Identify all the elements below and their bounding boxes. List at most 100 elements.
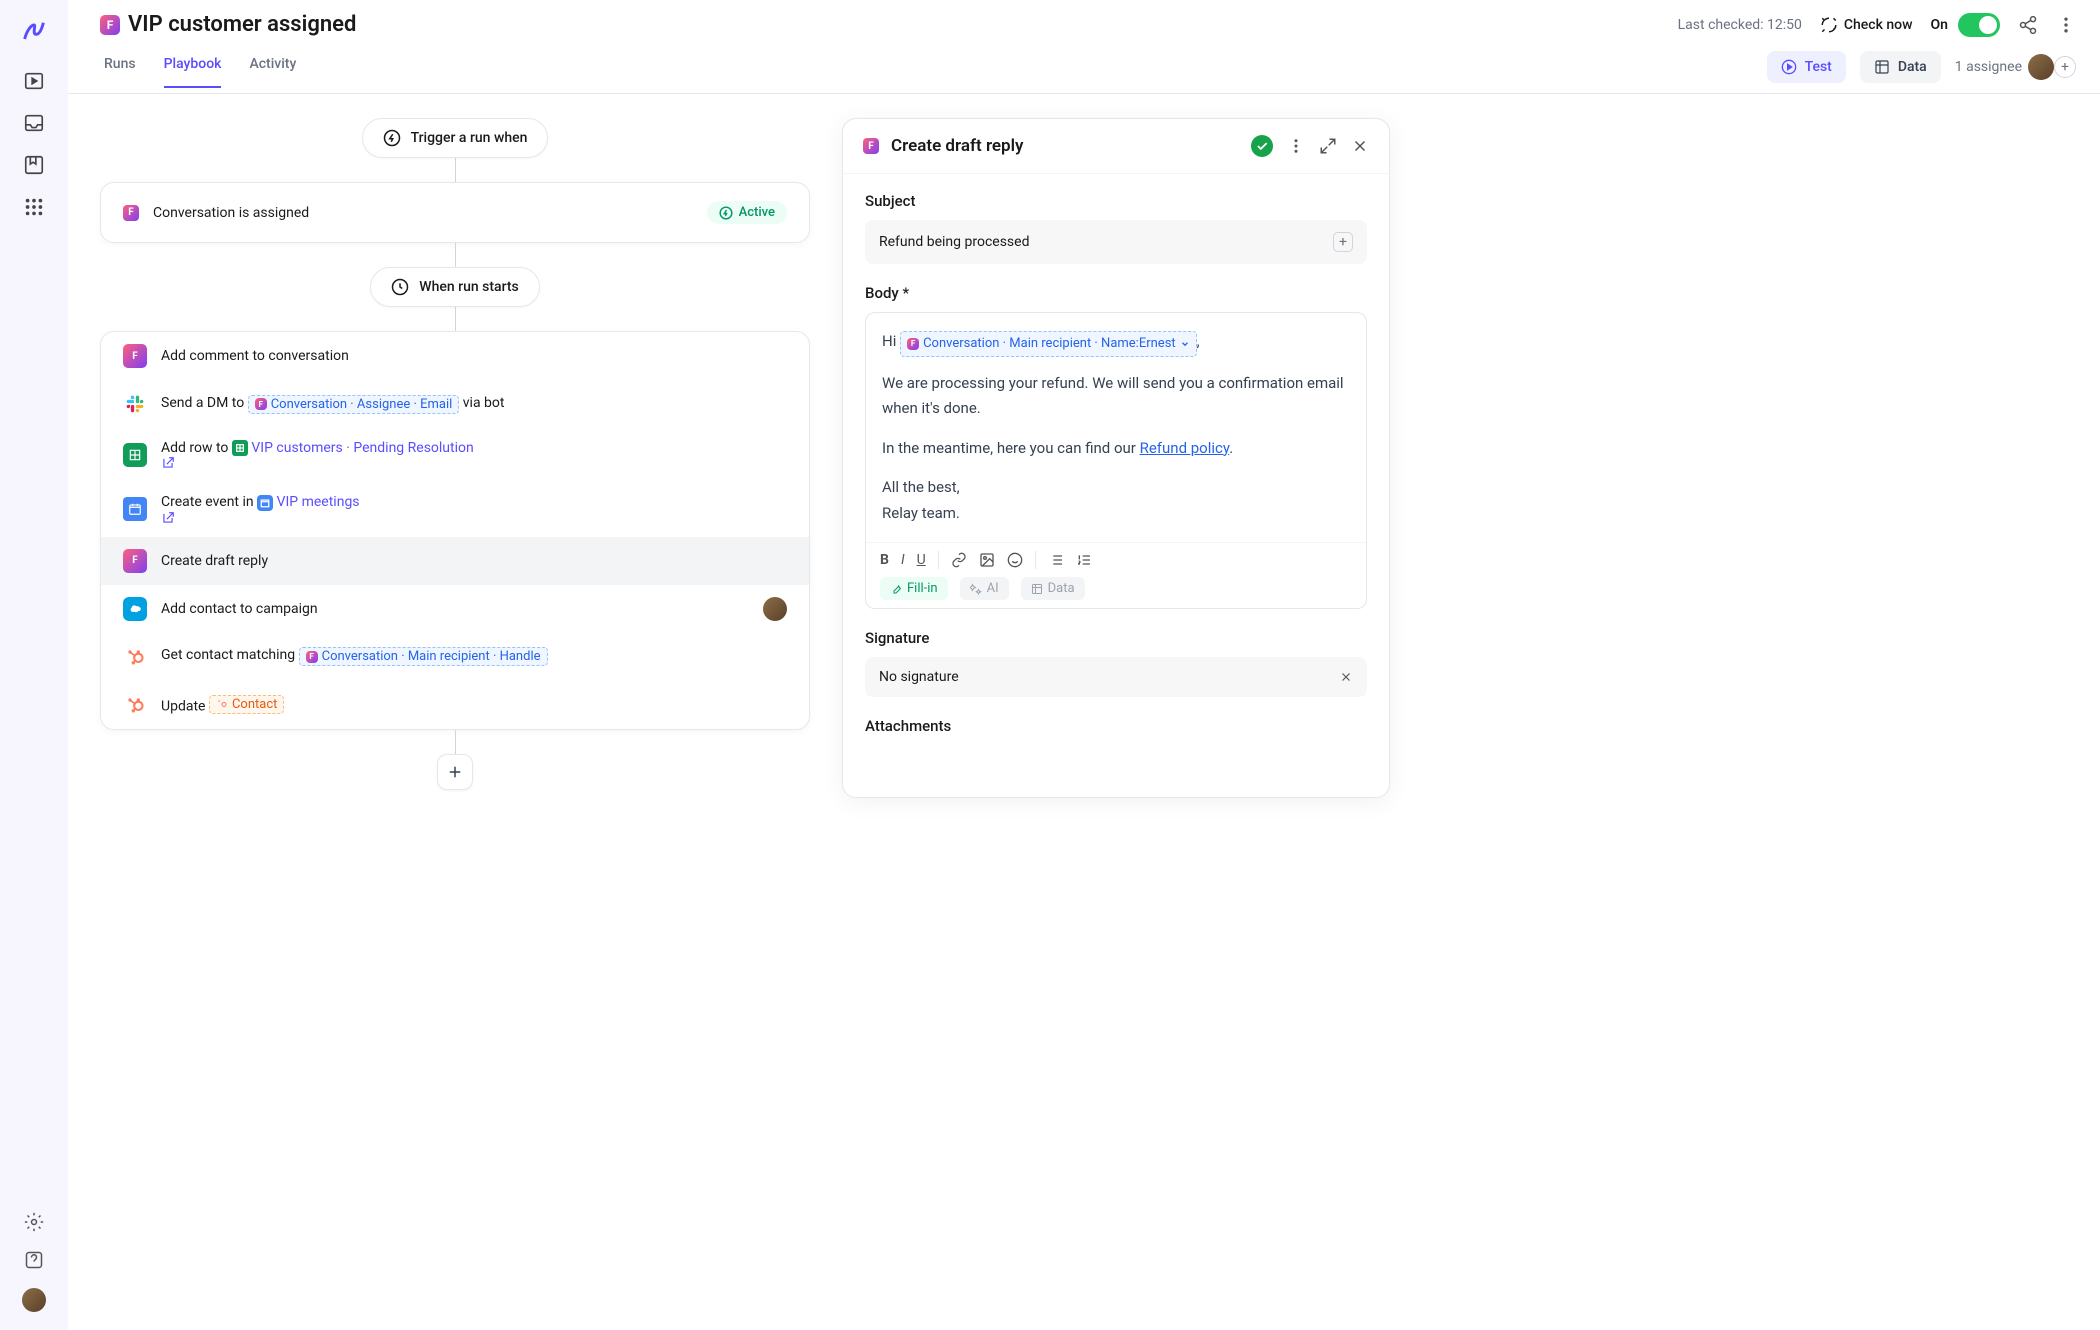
step-assignee-avatar[interactable]	[763, 597, 787, 621]
front-app-icon: F	[863, 138, 879, 154]
nav-apps-icon[interactable]	[23, 196, 45, 218]
ai-button[interactable]: AI	[960, 577, 1009, 600]
front-app-icon: F	[100, 15, 120, 35]
settings-icon[interactable]	[24, 1212, 44, 1232]
fillin-button[interactable]: Fill-in	[880, 577, 948, 600]
more-menu-icon[interactable]	[2056, 15, 2076, 35]
data-pill-button[interactable]: Data	[1021, 577, 1085, 600]
panel-title: Create draft reply	[891, 136, 1023, 156]
nav-play-icon[interactable]	[23, 70, 45, 92]
external-link-icon[interactable]	[161, 456, 474, 470]
variable-chip[interactable]: FConversation · Main recipient · Handle	[299, 647, 548, 666]
step-send-dm[interactable]: Send a DM to FConversation · Assignee · …	[101, 380, 809, 428]
page-title: VIP customer assigned	[128, 12, 356, 37]
sheets-icon	[232, 440, 248, 456]
step-update-contact[interactable]: Update Contact	[101, 681, 809, 729]
sheets-icon	[123, 443, 147, 467]
body-paragraph: We are processing your refund. We will s…	[882, 371, 1350, 422]
share-icon[interactable]	[2018, 15, 2038, 35]
test-button[interactable]: Test	[1767, 51, 1846, 83]
assignees-label: 1 assignee	[1955, 59, 2022, 75]
step-add-comment[interactable]: F Add comment to conversation	[101, 332, 809, 380]
slack-icon	[123, 392, 147, 416]
body-label: Body *	[865, 284, 1367, 302]
assignee-avatar	[2028, 54, 2054, 80]
bullet-list-button[interactable]	[1048, 552, 1064, 568]
sheet-link[interactable]: VIP customers · Pending Resolution	[251, 440, 473, 456]
tab-playbook[interactable]: Playbook	[164, 56, 222, 88]
refund-policy-link[interactable]: Refund policy	[1140, 439, 1230, 457]
step-config-panel: F Create draft reply Subject Refund bein…	[842, 118, 1390, 798]
add-variable-button[interactable]: +	[1333, 232, 1353, 252]
user-avatar[interactable]	[22, 1288, 46, 1312]
expand-icon[interactable]	[1319, 137, 1337, 155]
hubspot-icon	[123, 645, 147, 669]
step-create-event[interactable]: Create event in VIP meetings	[101, 482, 809, 536]
when-run-starts-label: When run starts	[419, 279, 518, 295]
underline-button[interactable]: U	[917, 552, 926, 568]
numbered-list-button[interactable]	[1076, 552, 1092, 568]
tab-runs[interactable]: Runs	[104, 56, 136, 88]
calendar-icon	[257, 495, 273, 511]
step-create-draft-reply[interactable]: F Create draft reply	[101, 537, 809, 585]
trigger-card[interactable]: F Conversation is assigned Active	[100, 182, 810, 243]
subject-value: Refund being processed	[879, 234, 1029, 250]
signature-select[interactable]: No signature	[865, 657, 1367, 697]
variable-chip[interactable]: FConversation · Assignee · Email	[248, 395, 460, 414]
front-app-icon: F	[123, 205, 139, 221]
step-label: Create draft reply	[161, 553, 268, 569]
panel-more-icon[interactable]	[1287, 137, 1305, 155]
assignees-control[interactable]: 1 assignee +	[1955, 54, 2076, 80]
link-button[interactable]	[951, 552, 967, 568]
step-add-row[interactable]: Add row to VIP customers · Pending Resol…	[101, 428, 809, 482]
when-run-starts-pill[interactable]: When run starts	[370, 267, 539, 307]
body-paragraph: All the best,Relay team.	[882, 475, 1350, 526]
italic-button[interactable]: I	[901, 552, 905, 568]
page-header: F VIP customer assigned Last checked: 12…	[68, 0, 2100, 37]
status-check-icon	[1251, 135, 1273, 157]
attachments-label: Attachments	[865, 717, 1367, 735]
enabled-toggle[interactable]	[1958, 13, 2000, 37]
trigger-pill[interactable]: Trigger a run when	[362, 118, 549, 158]
body-editor[interactable]: Hi FConversation · Main recipient · Name…	[865, 312, 1367, 609]
body-paragraph: In the meantime, here you can find our R…	[882, 436, 1350, 462]
signature-value: No signature	[879, 669, 959, 685]
help-icon[interactable]	[24, 1250, 44, 1270]
check-now-label: Check now	[1844, 17, 1913, 33]
test-label: Test	[1805, 59, 1832, 75]
last-checked-label: Last checked: 12:50	[1678, 17, 1802, 33]
calendar-link[interactable]: VIP meetings	[277, 494, 360, 510]
step-get-contact[interactable]: Get contact matching FConversation · Mai…	[101, 633, 809, 681]
flow-canvas: Trigger a run when F Conversation is ass…	[100, 118, 810, 1306]
subject-input[interactable]: Refund being processed +	[865, 220, 1367, 264]
step-label: Get contact matching FConversation · Mai…	[161, 647, 548, 666]
emoji-button[interactable]	[1007, 552, 1023, 568]
step-label: Add contact to campaign	[161, 601, 318, 617]
external-link-icon[interactable]	[161, 511, 360, 525]
trigger-card-label: Conversation is assigned	[153, 205, 309, 221]
app-logo[interactable]	[20, 18, 48, 46]
tab-activity[interactable]: Activity	[249, 56, 296, 88]
variable-chip[interactable]: FConversation · Main recipient · Name:Er…	[900, 331, 1197, 357]
nav-inbox-icon[interactable]	[23, 112, 45, 134]
bold-button[interactable]: B	[880, 552, 889, 568]
step-label: Update Contact	[161, 695, 284, 715]
step-label: Send a DM to FConversation · Assignee · …	[161, 395, 504, 414]
signature-label: Signature	[865, 629, 1367, 647]
check-now-button[interactable]: Check now	[1820, 16, 1913, 34]
active-badge: Active	[707, 201, 787, 224]
step-label: Add row to VIP customers · Pending Resol…	[161, 440, 474, 470]
step-add-contact-campaign[interactable]: Add contact to campaign	[101, 585, 809, 633]
front-app-icon: F	[123, 549, 147, 573]
hubspot-icon	[123, 693, 147, 717]
main-nav-sidebar	[0, 0, 68, 1330]
image-button[interactable]	[979, 552, 995, 568]
add-assignee-button[interactable]: +	[2054, 56, 2076, 78]
clear-signature-icon[interactable]	[1339, 670, 1353, 684]
add-step-button[interactable]	[437, 754, 473, 790]
data-button[interactable]: Data	[1860, 51, 1941, 83]
close-icon[interactable]	[1351, 137, 1369, 155]
variable-chip[interactable]: Contact	[209, 695, 284, 714]
step-label: Create event in VIP meetings	[161, 494, 360, 524]
nav-bookmark-icon[interactable]	[23, 154, 45, 176]
